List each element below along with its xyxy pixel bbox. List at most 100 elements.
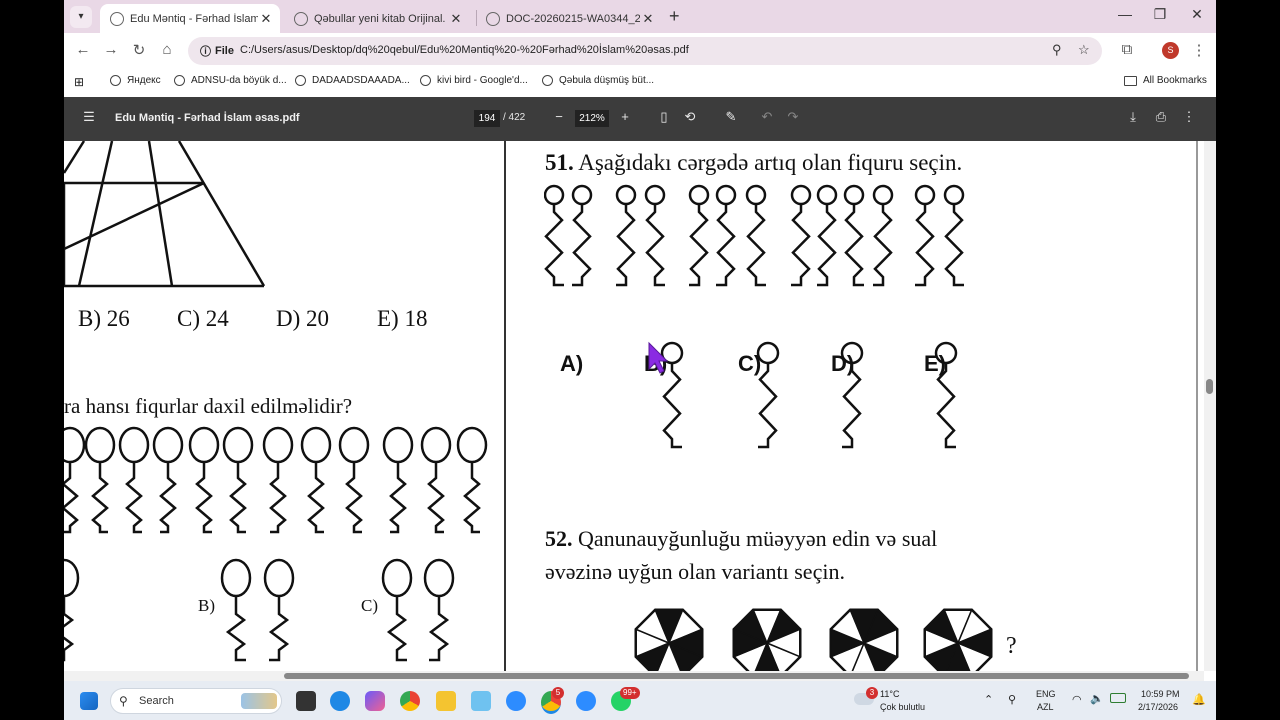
search-icon: ⚲ [119,694,128,708]
zoom-icon[interactable]: ⚲ [1052,42,1062,58]
pdf-viewer[interactable]: B) 26 C) 24 D) 20 E) 18 ra hansı fiqurla… [64,141,1204,671]
reload-icon[interactable]: ↻ [128,41,150,59]
q51-option-a: A) [560,351,584,376]
answer-b-label: B) [198,596,215,615]
clock-date[interactable]: 2/17/2026 [1138,702,1178,712]
q51-figure [943,184,965,287]
undo-icon[interactable]: ↶ [758,109,776,125]
menu-hamburger-icon[interactable]: ☰ [80,109,98,125]
language-top[interactable]: ENG [1036,689,1056,699]
q52-octagon-row [634,608,993,671]
more-options-icon[interactable]: ⋮ [1180,109,1198,125]
new-tab-icon[interactable]: + [669,6,680,26]
file-explorer-icon[interactable] [436,691,456,711]
q52-line2: əvəzinə uyğun olan variantı seçin. [545,559,845,584]
left-question-text: ra hansı fiqurlar daxil edilməlidir? [64,394,353,418]
zoom-input[interactable]: 212% [575,110,609,127]
menu-kebab-icon[interactable]: ⋮ [1188,41,1210,59]
snipping-tool-icon[interactable] [471,691,491,711]
task-view-icon[interactable] [296,691,316,711]
browser-window: ▾ Edu Məntiq - Fərhad İslam əsas ✕ Qəbul… [64,0,1216,720]
copilot-icon[interactable] [365,691,385,711]
tab-doc[interactable]: DOC-20260215-WA0344_2026- ✕ [476,4,662,33]
url-text[interactable]: C:/Users/asus/Desktop/dq%20qebul/Edu%20M… [240,44,689,56]
left-answer-figure [263,558,295,662]
zoom-app-icon[interactable] [506,691,526,711]
bookmark-adnsu[interactable]: ADNSU-da böyük d... [174,75,287,86]
close-tab-icon[interactable]: ✕ [448,11,464,27]
volume-icon[interactable]: 🔈 [1090,692,1104,705]
folder-icon [1124,75,1137,86]
notifications-icon[interactable]: 🔔 [1192,693,1206,706]
bookmark-dadaads[interactable]: DADAADSDAAADA... [295,75,410,86]
search-highlight-icon [241,693,277,709]
back-icon[interactable]: ← [72,41,94,58]
horizontal-scrollbar[interactable] [64,671,1204,681]
page-total: / 422 [503,112,526,123]
apps-grid-icon[interactable]: ⊞ [74,75,84,89]
annotate-icon[interactable]: ✎ [722,109,740,125]
zoom-app-icon-2[interactable] [576,691,596,711]
left-row-figure [382,426,414,534]
avatar[interactable]: S [1162,42,1179,59]
tab-search-dropdown-icon[interactable]: ▾ [70,6,92,28]
close-tab-icon[interactable]: ✕ [640,11,656,27]
globe-icon [110,75,121,86]
option-e: E) 18 [377,306,428,331]
left-answer-figure [64,558,80,662]
windows-start-icon[interactable] [80,692,98,710]
redo-icon[interactable]: ↷ [784,109,802,125]
bookmark-yandex[interactable]: Яндекс [110,75,161,86]
horizontal-scroll-thumb[interactable] [284,673,1189,679]
zoom-in-icon[interactable]: + [616,109,634,124]
close-tab-icon[interactable]: ✕ [258,11,274,27]
chevron-up-icon[interactable]: ⌃ [984,693,993,706]
minimize-icon[interactable]: — [1110,6,1140,22]
print-icon[interactable]: ⎙ [1152,109,1170,125]
q51-option-c: C) [738,351,762,376]
restore-icon[interactable]: ❐ [1145,6,1175,23]
chrome-badge: 5 [552,687,564,699]
taskbar-search[interactable]: ⚲ Search [110,688,282,714]
page-number-input[interactable]: 194 [474,110,500,127]
download-icon[interactable]: ⤓ [1124,109,1142,125]
home-icon[interactable]: ⌂ [156,41,178,58]
address-bar[interactable]: ⓘ File C:/Users/asus/Desktop/dq%20qebul/E… [188,37,1102,65]
left-answer-figure [220,558,252,662]
option-c: C) 24 [177,306,229,331]
forward-icon[interactable]: → [100,41,122,58]
close-window-icon[interactable]: ✕ [1182,6,1212,23]
zoom-out-icon[interactable]: − [550,109,568,124]
bookmark-qebula[interactable]: Qəbula düşmüş büt... [542,75,654,86]
left-row-figure [84,426,116,534]
clock-time[interactable]: 10:59 PM [1141,689,1180,699]
vertical-scroll-thumb[interactable] [1206,379,1213,394]
battery-icon[interactable] [1110,693,1126,703]
tab-edu-mentiq[interactable]: Edu Məntiq - Fərhad İslam əsas ✕ [100,4,280,33]
language-bottom[interactable]: AZL [1037,702,1054,712]
q52-line1: 52. Qanunauyğunluğu müəyyən edin və sual [545,526,937,552]
q51-figure [615,184,637,287]
all-bookmarks[interactable]: All Bookmarks [1124,75,1207,86]
extensions-icon[interactable]: ⧉ [1116,41,1138,58]
tab-qebullar[interactable]: Qəbullar yeni kitab Orijinal. Edu ✕ [284,4,470,33]
q51-figure [571,184,593,287]
weather-badge: 3 [866,687,878,699]
left-row-figure [456,426,488,534]
edge-icon[interactable] [330,691,350,711]
weather-widget[interactable]: 3 11°C Çok bulutlu [854,686,964,716]
network-location-icon[interactable]: ⚲ [1008,693,1016,706]
bookmark-kivi-bird[interactable]: kivi bird - Google'd... [420,75,528,86]
left-row-figure [300,426,332,534]
vertical-scrollbar[interactable] [1204,141,1216,671]
whatsapp-badge: 99+ [620,687,640,699]
fit-page-icon[interactable]: ▯ [655,109,673,125]
globe-icon [110,11,124,26]
file-chip[interactable]: ⓘ File [194,41,240,61]
rotate-icon[interactable]: ⟲ [681,109,699,125]
wifi-icon[interactable]: ◠ [1072,693,1082,706]
chrome-icon[interactable] [400,691,420,711]
option-b: B) 26 [78,306,130,331]
mouse-cursor-icon [648,341,669,374]
bookmark-star-icon[interactable]: ☆ [1078,42,1090,58]
